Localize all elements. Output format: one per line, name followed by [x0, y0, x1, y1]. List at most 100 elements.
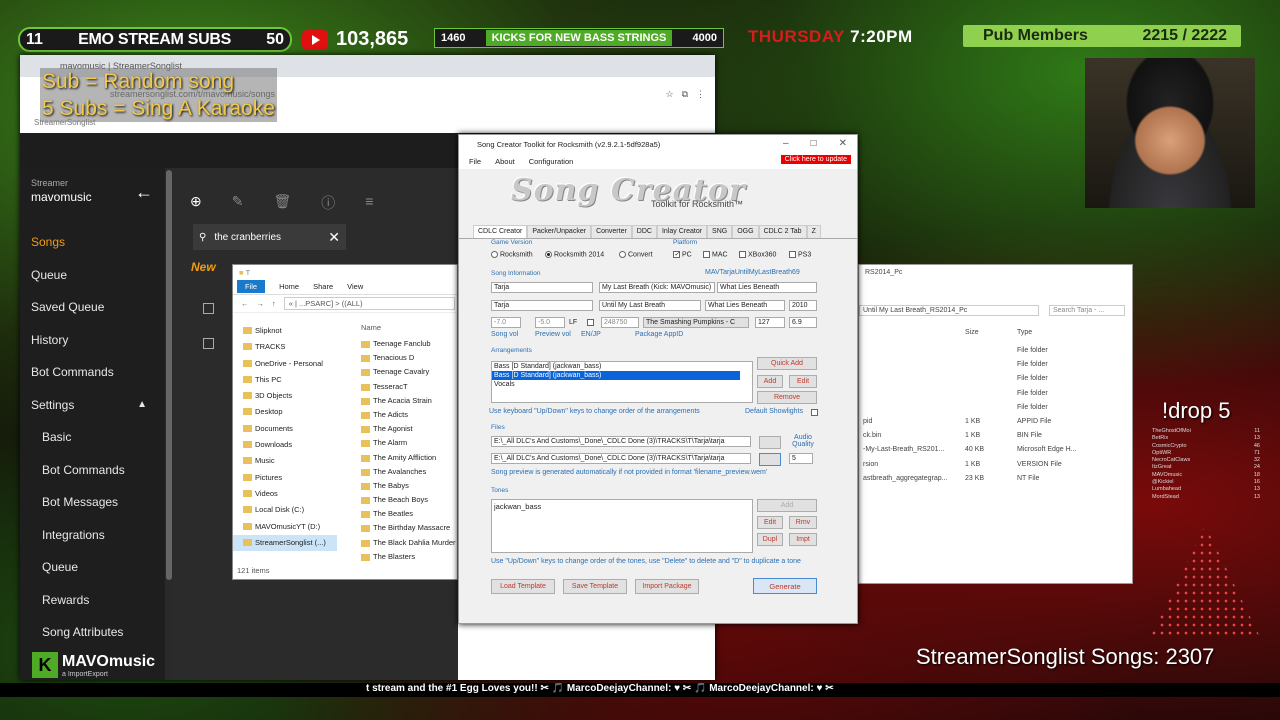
- tab-ogg[interactable]: OGG: [732, 225, 759, 238]
- scrollbar-thumb[interactable]: [166, 170, 172, 580]
- tab-inlay[interactable]: Inlay Creator: [656, 225, 708, 238]
- tree-item[interactable]: Documents: [233, 421, 337, 437]
- menu-file[interactable]: File: [469, 157, 481, 166]
- radio-rocksmith[interactable]: Rocksmith: [491, 251, 533, 258]
- edit-tone-button[interactable]: Edit: [757, 516, 783, 529]
- ribbon-view[interactable]: View: [347, 282, 363, 291]
- tree-item[interactable]: Music: [233, 453, 337, 469]
- file-row[interactable]: ck.bin 1 KB BIN File: [859, 432, 1134, 446]
- file-row[interactable]: pid 1 KB APPID File: [859, 418, 1134, 432]
- song-vol-field[interactable]: -7.0: [491, 317, 521, 328]
- remove-tone-button[interactable]: Rmv: [789, 516, 817, 529]
- tab-converter[interactable]: Converter: [591, 225, 632, 238]
- ribbon-share[interactable]: Share: [313, 282, 333, 291]
- sidebar-item-history[interactable]: History: [20, 324, 165, 357]
- delete-icon[interactable]: 🗑: [273, 193, 291, 213]
- tab-z[interactable]: Z: [806, 225, 821, 238]
- menu-about[interactable]: About: [495, 157, 515, 166]
- folder-item[interactable]: The Acacia Strain: [361, 394, 457, 408]
- info-icon[interactable]: ⓘ: [321, 193, 335, 213]
- explorer-path[interactable]: « | ...PSARC] > ((ALL): [283, 297, 455, 310]
- sidebar-item-queue[interactable]: Queue: [20, 259, 165, 292]
- browse-xml-button[interactable]: [759, 436, 781, 449]
- explorer2-path[interactable]: Until My Last Breath_RS2014_Pc: [859, 305, 1039, 316]
- file-row[interactable]: -My-Last-Breath_RS201... 40 KB Microsoft E…: [859, 446, 1134, 460]
- import-tone-button[interactable]: Impt: [789, 533, 817, 546]
- tree-item[interactable]: Slipknot: [233, 323, 337, 339]
- folder-item[interactable]: TesseracT: [361, 380, 457, 394]
- folder-item[interactable]: The Beatles: [361, 507, 457, 521]
- tab-cdlc-creator[interactable]: CDLC Creator: [473, 225, 528, 238]
- close-icon[interactable]: ✕: [328, 229, 340, 246]
- tab-cdlc2tab[interactable]: CDLC 2 Tab: [758, 225, 807, 238]
- preview-vol-field[interactable]: -5.0: [535, 317, 565, 328]
- add-arrangement-button[interactable]: Add: [757, 375, 783, 388]
- update-button[interactable]: Click here to update: [780, 155, 851, 164]
- sidebar-item-bot-commands[interactable]: Bot Commands: [20, 356, 165, 389]
- tree-item[interactable]: TRACKS: [233, 339, 337, 355]
- folder-item[interactable]: The Adicts: [361, 408, 457, 422]
- browse-audio-button[interactable]: [759, 453, 781, 466]
- folder-item[interactable]: The Babys: [361, 479, 457, 493]
- star-icon[interactable]: ☆: [665, 89, 673, 100]
- arrangement-item[interactable]: Bass [D Standard] (jackwan_bass): [492, 362, 752, 371]
- ribbon-file[interactable]: File: [237, 280, 266, 293]
- sidebar-sub-bot-messages[interactable]: Bot Messages: [20, 486, 165, 519]
- radio-convert[interactable]: Convert: [619, 251, 653, 258]
- forward-icon[interactable]: →: [257, 299, 265, 308]
- file-row[interactable]: File folder: [859, 347, 1134, 361]
- sidebar-sub-bot-commands[interactable]: Bot Commands: [20, 454, 165, 487]
- song-search[interactable]: ⚲ the cranberries ✕: [193, 224, 346, 250]
- import-package-button[interactable]: Import Package: [635, 579, 699, 594]
- add-tone-button[interactable]: Add: [757, 499, 817, 512]
- search-input[interactable]: the cranberries: [214, 232, 320, 243]
- remove-arrangement-button[interactable]: Remove: [757, 391, 817, 404]
- arrangements-list[interactable]: Bass [D Standard] (jackwan_bass) Bass [D…: [491, 361, 753, 403]
- app-select[interactable]: The Smashing Pumpkins - C: [643, 317, 749, 328]
- tones-list[interactable]: jackwan_bass: [491, 499, 753, 553]
- edit-arrangement-button[interactable]: Edit: [789, 375, 817, 388]
- row-checkbox[interactable]: [203, 338, 214, 349]
- quick-add-button[interactable]: Quick Add: [757, 357, 817, 370]
- sidebar-item-saved-queue[interactable]: Saved Queue: [20, 291, 165, 324]
- arrangement-item[interactable]: Vocals: [492, 380, 752, 389]
- row-checkbox[interactable]: [203, 303, 214, 314]
- sidebar-scrollbar[interactable]: [165, 168, 173, 680]
- sidebar-item-songs[interactable]: Songs: [20, 226, 165, 259]
- up-icon[interactable]: ↑: [272, 299, 276, 308]
- back-icon[interactable]: ←: [241, 299, 249, 308]
- menu-icon[interactable]: ⋮: [696, 89, 705, 100]
- checkbox-xbox360[interactable]: XBox360: [739, 251, 776, 258]
- close-icon[interactable]: ✕: [839, 138, 847, 149]
- year-field[interactable]: 2010: [789, 300, 817, 311]
- generate-button[interactable]: Generate: [753, 578, 817, 594]
- checkbox-mac[interactable]: MAC: [703, 251, 728, 258]
- tree-item[interactable]: OneDrive - Personal: [233, 356, 337, 372]
- col-size[interactable]: Size: [965, 329, 979, 336]
- sidebar-sub-queue[interactable]: Queue: [20, 551, 165, 584]
- menu-configuration[interactable]: Configuration: [529, 157, 574, 166]
- tab-ddc[interactable]: DDC: [631, 225, 657, 238]
- add-icon[interactable]: ⊕: [190, 193, 202, 213]
- folder-item[interactable]: The Birthday Massacre: [361, 521, 457, 535]
- checkbox-ps3[interactable]: PS3: [789, 251, 811, 258]
- sidebar-sub-integrations[interactable]: Integrations: [20, 519, 165, 552]
- queue-add-icon[interactable]: ≡: [365, 193, 373, 213]
- back-arrow-icon[interactable]: ←: [135, 182, 153, 203]
- file-row[interactable]: File folder: [859, 361, 1134, 375]
- sidebar-sub-song-attributes[interactable]: Song Attributes: [20, 616, 165, 649]
- folder-item[interactable]: The Blasters: [361, 550, 457, 564]
- artist-sort-field[interactable]: Tarja: [491, 300, 593, 311]
- save-template-button[interactable]: Save Template: [563, 579, 627, 594]
- sidebar-sub-basic[interactable]: Basic: [20, 421, 165, 454]
- title-sort-field[interactable]: Until My Last Breath: [599, 300, 701, 311]
- tree-item[interactable]: MAVOmusicYT (D:): [233, 519, 337, 535]
- album-sort-field[interactable]: What Lies Beneath: [705, 300, 785, 311]
- file-row[interactable]: astbreath_aggregategrap... 23 KB NT File: [859, 475, 1134, 489]
- tab-packer[interactable]: Packer/Unpacker: [527, 225, 592, 238]
- radio-rocksmith-2014[interactable]: Rocksmith 2014: [545, 251, 604, 258]
- maximize-icon[interactable]: □: [811, 138, 817, 149]
- avg-field[interactable]: 6.9: [789, 317, 817, 328]
- folder-item[interactable]: Teenage Fanclub: [361, 337, 457, 351]
- tree-item[interactable]: Local Disk (C:): [233, 502, 337, 518]
